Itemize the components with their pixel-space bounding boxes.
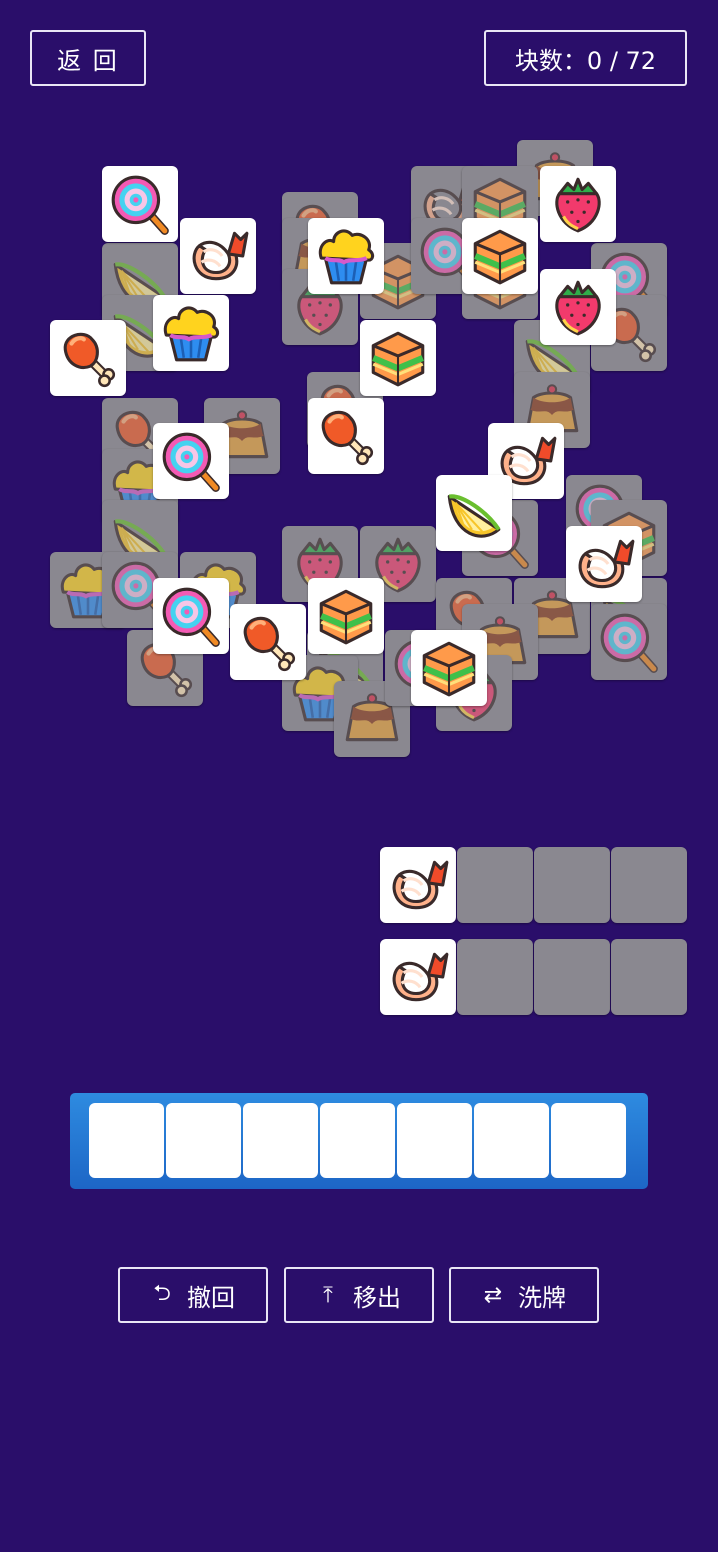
lollipop-icon <box>162 587 220 647</box>
cake-tile[interactable] <box>462 218 538 294</box>
lemon-icon <box>447 494 501 538</box>
shuffle-icon: ⇄ <box>483 1282 503 1308</box>
cake-icon <box>473 229 527 285</box>
cupcake-tile[interactable] <box>308 218 384 294</box>
cake-tile[interactable] <box>411 630 487 706</box>
cupcake-icon <box>163 306 220 362</box>
move-out-label: 移出 <box>353 1283 401 1312</box>
tray-slot <box>551 1103 626 1178</box>
tile-tray <box>70 1093 648 1189</box>
undo-button[interactable]: ⮌ 撤回 <box>118 1267 268 1323</box>
side-stack-slot <box>457 939 533 1015</box>
strawberry-tile[interactable] <box>540 269 616 345</box>
lollipop-tile[interactable] <box>102 166 178 242</box>
shuffle-label: 洗牌 <box>518 1283 566 1312</box>
shrimp-icon <box>578 539 635 589</box>
shrimp-icon <box>392 952 449 1002</box>
drumstick-tile[interactable] <box>308 398 384 474</box>
drumstick-tile[interactable] <box>230 604 306 680</box>
strawberry-icon <box>555 280 601 336</box>
shrimp-tile[interactable] <box>380 939 456 1015</box>
drumstick-tile[interactable] <box>50 320 126 396</box>
lemon-tile[interactable] <box>436 475 512 551</box>
shuffle-button[interactable]: ⇄ 洗牌 <box>449 1267 599 1323</box>
shrimp-tile[interactable] <box>566 526 642 602</box>
side-stack-slot <box>611 847 687 923</box>
cake-tile[interactable] <box>360 320 436 396</box>
tray-slot <box>397 1103 472 1178</box>
lollipop-tile[interactable] <box>153 423 229 499</box>
tray-slot <box>320 1103 395 1178</box>
lollipop-tile[interactable] <box>153 578 229 654</box>
lollipop-icon <box>600 613 658 673</box>
move-out-icon: ⤒ <box>323 1282 333 1308</box>
tray-slot <box>474 1103 549 1178</box>
drumstick-icon <box>63 332 116 388</box>
side-stack-slot <box>457 847 533 923</box>
lollipop-icon <box>162 432 220 492</box>
drumstick-icon <box>243 616 296 672</box>
cupcake-icon <box>318 229 375 285</box>
tray-slot <box>243 1103 318 1178</box>
side-stack-slot <box>534 939 610 1015</box>
strawberry-tile[interactable] <box>540 166 616 242</box>
tile-board <box>0 0 718 1015</box>
cake-tile[interactable] <box>308 578 384 654</box>
side-stack-slot <box>534 847 610 923</box>
cake-icon <box>371 331 425 387</box>
cupcake-tile[interactable] <box>153 295 229 371</box>
move-out-button[interactable]: ⤒ 移出 <box>284 1267 434 1323</box>
shrimp-icon <box>392 860 449 910</box>
lollipop-tile <box>591 604 667 680</box>
undo-icon: ⮌ <box>153 1281 171 1306</box>
lollipop-icon <box>111 175 169 235</box>
strawberry-icon <box>555 177 601 233</box>
side-stack-slot <box>611 939 687 1015</box>
shrimp-tile[interactable] <box>380 847 456 923</box>
drumstick-icon <box>321 410 374 466</box>
shrimp-tile[interactable] <box>180 218 256 294</box>
shrimp-icon <box>192 231 249 281</box>
cake-icon <box>319 589 373 645</box>
undo-label: 撤回 <box>187 1283 235 1312</box>
cake-icon <box>422 641 476 697</box>
tray-slot <box>166 1103 241 1178</box>
tray-slot <box>89 1103 164 1178</box>
